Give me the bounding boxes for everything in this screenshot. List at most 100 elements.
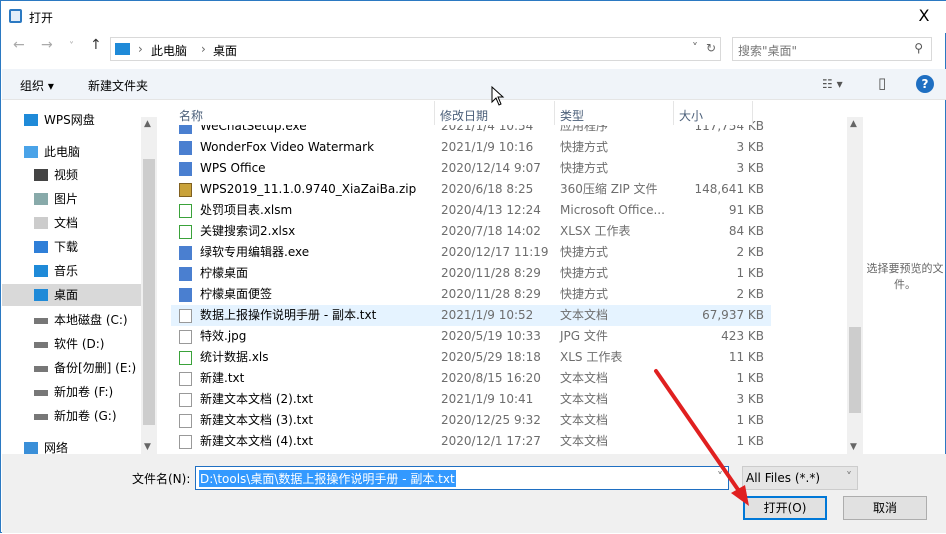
column-type[interactable]: 类型 [560,107,584,131]
drive-icon [34,390,48,396]
preview-pane-button[interactable]: ▯ [878,74,886,92]
file-name: 新建文本文档 (3).txt [200,413,314,427]
file-size: 3 KB [736,161,764,175]
scroll-up-icon[interactable]: ▲ [144,119,151,129]
sidebar-item[interactable]: 此电脑 [2,141,142,163]
file-row[interactable]: 绿软专用编辑器.exe 2020/12/17 11:19 快捷方式 2 KB [171,242,771,263]
file-row[interactable]: WPS2019_11.1.0.9740_XiaZaiBa.zip 2020/6/1… [171,179,771,200]
sidebar-item[interactable]: 本地磁盘 (C:) [2,309,142,331]
cancel-button[interactable]: 取消 [843,496,927,520]
sidebar-item-label: 备份[勿删] (E:) [54,361,137,375]
organize-button[interactable]: 组织 ▾ [20,77,54,94]
file-date: 2020/5/19 10:33 [441,329,541,343]
sidebar-item-label: 新加卷 (G:) [54,409,117,423]
video-icon [34,169,48,181]
sort-ascending-icon: ^ [297,101,305,119]
sidebar-item[interactable]: 视频 [2,164,142,186]
file-type-value: All Files (*.*) [746,471,821,485]
file-row[interactable]: 处罚项目表.xlsm 2020/4/13 12:24 Microsoft Offic… [171,200,771,221]
column-name[interactable]: 名称 [179,107,203,131]
file-type: 快捷方式 [560,140,609,154]
file-date: 2021/1/9 10:41 [441,392,534,406]
sidebar-scrollbar[interactable]: ▲ ▼ [141,117,157,454]
drive-icon [34,366,48,372]
column-size[interactable]: 大小 [679,107,703,131]
sidebar-item[interactable]: 新加卷 (G:) [2,405,142,427]
forward-button[interactable]: → [41,37,53,61]
file-type: JPG 文件 [560,329,608,343]
music-icon [34,265,48,277]
file-date: 2020/12/1 17:27 [441,434,541,448]
scrollbar-thumb[interactable] [143,159,155,425]
address-bar[interactable]: › 此电脑 › 桌面 ˅ ↻ [110,37,721,61]
file-name: 统计数据.xls [200,350,269,364]
file-date: 2020/5/29 18:18 [441,350,541,364]
column-date[interactable]: 修改日期 [440,107,488,131]
file-row[interactable]: 新建.txt 2020/8/15 16:20 文本文档 1 KB [171,368,771,389]
file-type-select[interactable]: All Files (*.*) ˅ [742,466,858,490]
file-size: 1 KB [736,266,764,280]
sidebar-item[interactable]: 软件 (D:) [2,333,142,355]
sidebar-item[interactable]: 音乐 [2,260,142,282]
file-size: 1 KB [736,371,764,385]
sidebar-item[interactable]: 备份[勿删] (E:) [2,357,142,379]
scroll-down-icon[interactable]: ▼ [850,442,857,452]
file-icon [179,435,192,449]
refresh-button[interactable]: ↻ [706,41,716,55]
file-row[interactable]: 关键搜索词2.xlsx 2020/7/18 14:02 XLSX 工作表 84 KB [171,221,771,242]
file-row[interactable]: 特效.jpg 2020/5/19 10:33 JPG 文件 423 KB [171,326,771,347]
file-icon [179,162,192,176]
file-date: 2020/12/17 11:19 [441,245,549,259]
file-list-scrollbar[interactable]: ▲ ▼ [847,117,863,454]
back-button[interactable]: ← [13,37,25,61]
open-button[interactable]: 打开(O) [743,496,827,520]
sidebar-item[interactable]: 下载 [2,236,142,258]
file-icon [179,225,192,239]
sidebar-item-label: 视频 [54,168,79,182]
file-row[interactable]: WPS Office 2020/12/14 9:07 快捷方式 3 KB [171,158,771,179]
sidebar-item[interactable]: WPS网盘 [2,109,142,131]
file-name: 新建.txt [200,371,245,385]
file-row[interactable]: 新建文本文档 (3).txt 2020/12/25 9:32 文本文档 1 KB [171,410,771,431]
sidebar-item[interactable]: 新加卷 (F:) [2,381,142,403]
file-row[interactable]: 新建文本文档 (2).txt 2021/1/9 10:41 文本文档 3 KB [171,389,771,410]
file-row[interactable]: 柠檬桌面 2020/11/28 8:29 快捷方式 1 KB [171,263,771,284]
sidebar-item-label: WPS网盘 [44,113,95,127]
file-row[interactable]: 柠檬桌面便签 2020/11/28 8:29 快捷方式 2 KB [171,284,771,305]
file-type: 快捷方式 [560,266,609,280]
filename-dropdown-icon[interactable]: ˅ [717,470,723,484]
file-row[interactable]: 统计数据.xls 2020/5/29 18:18 XLS 工作表 11 KB [171,347,771,368]
address-dropdown-button[interactable]: ˅ [692,41,698,55]
title-bar: 打开 X [1,1,946,33]
file-row[interactable]: WonderFox Video Watermark 2021/1/9 10:16 快… [171,137,771,158]
file-icon [179,183,192,197]
file-icon [179,204,192,218]
close-button[interactable]: X [901,1,946,31]
sidebar-item[interactable]: 桌面 [2,284,142,306]
new-folder-button[interactable]: 新建文件夹 [88,77,148,94]
sidebar-item[interactable]: 图片 [2,188,142,210]
search-input[interactable]: 搜索"桌面" ⚲ [732,37,932,61]
sidebar-item[interactable]: 网络 [2,437,142,454]
file-size: 2 KB [736,245,764,259]
file-row[interactable]: 新建文本文档 (4).txt 2020/12/1 17:27 文本文档 1 KB [171,431,771,452]
bottom-bar: 文件名(N): D:\tools\桌面\数据上报操作说明手册 - 副本.txt … [2,454,946,533]
file-name: WPS Office [200,161,266,175]
file-size: 91 KB [728,203,764,217]
scroll-down-icon[interactable]: ▼ [144,442,151,452]
file-icon [179,330,192,344]
window-title: 打开 [29,11,54,25]
filename-input[interactable]: D:\tools\桌面\数据上报操作说明手册 - 副本.txt ˅ [195,466,729,490]
up-button[interactable]: ↑ [90,37,102,61]
scroll-up-icon[interactable]: ▲ [850,119,857,129]
scrollbar-thumb[interactable] [849,327,861,413]
file-row[interactable]: 数据上报操作说明手册 - 副本.txt 2021/1/9 10:52 文本文档 67,… [171,305,771,326]
sidebar-item[interactable]: 文档 [2,212,142,234]
file-type: XLSX 工作表 [560,224,631,238]
recent-locations-button[interactable]: ˅ [69,41,74,65]
sidebar-item-label: 图片 [54,192,79,206]
view-options-button[interactable]: ☷ ▾ [822,77,843,91]
breadcrumb-this-pc[interactable]: 此电脑 [151,42,187,59]
breadcrumb-desktop[interactable]: 桌面 [213,42,237,59]
help-button[interactable]: ? [916,75,934,93]
